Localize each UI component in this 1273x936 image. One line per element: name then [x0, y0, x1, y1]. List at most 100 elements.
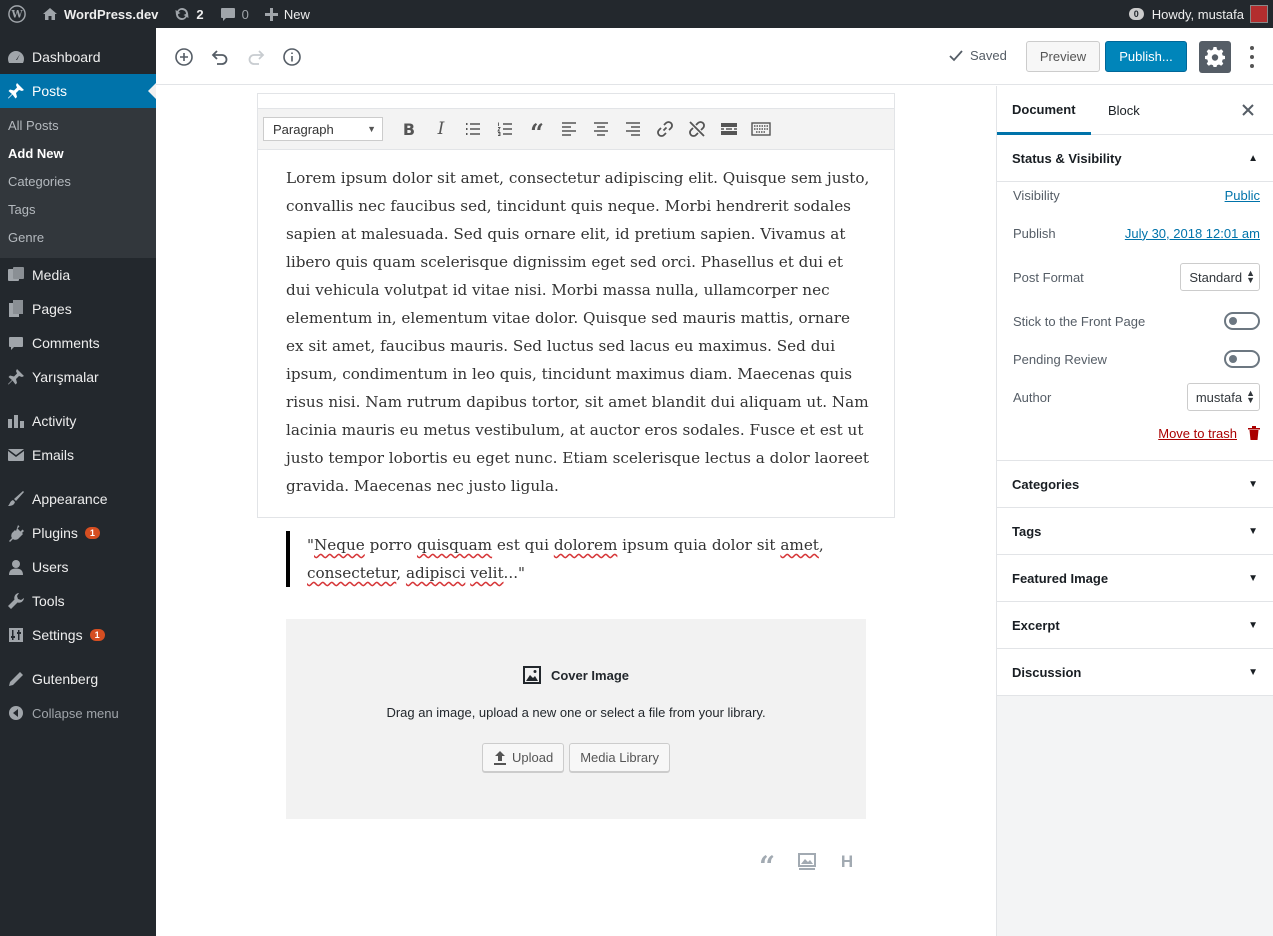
- quote-block[interactable]: "Neque porro quisquam est qui dolorem ip…: [286, 531, 846, 587]
- cover-image-actions: Upload Media Library: [286, 743, 866, 772]
- caret-down-icon: ▼: [1248, 525, 1258, 537]
- cover-image-block[interactable]: Cover Image Drag an image, upload a new …: [286, 619, 866, 819]
- menu-pages-label: Pages: [32, 301, 72, 317]
- quote-text: consectetur: [307, 564, 397, 582]
- numbered-list-button[interactable]: [489, 114, 521, 144]
- comments-link[interactable]: 0: [212, 0, 257, 28]
- quote-icon: “: [530, 118, 544, 147]
- paintbrush-icon: [6, 489, 26, 509]
- align-left-button[interactable]: [553, 114, 585, 144]
- paragraph-block[interactable]: Paragraph ▼ B I “ Lorem ipsum dolor sit …: [257, 93, 895, 518]
- italic-button[interactable]: I: [425, 114, 457, 144]
- align-center-button[interactable]: [585, 114, 617, 144]
- quote-text: quisquam: [416, 536, 493, 554]
- publish-date-link[interactable]: July 30, 2018 12:01 am: [1125, 226, 1260, 241]
- sticky-toggle[interactable]: [1224, 312, 1260, 330]
- menu-plugins[interactable]: Plugins 1: [0, 516, 156, 550]
- media-library-button[interactable]: Media Library: [569, 743, 670, 772]
- categories-section[interactable]: Categories ▼: [997, 461, 1273, 508]
- align-right-button[interactable]: [617, 114, 649, 144]
- menu-dashboard[interactable]: Dashboard: [0, 40, 156, 74]
- tab-document[interactable]: Document: [997, 86, 1091, 135]
- settings-badge: 1: [89, 629, 105, 641]
- menu-users[interactable]: Users: [0, 550, 156, 584]
- envelope-icon: [6, 445, 26, 465]
- menu-plugins-label: Plugins: [32, 525, 78, 541]
- author-select[interactable]: mustafa ▲ ▼: [1186, 383, 1260, 411]
- quote-text: Neque: [314, 536, 365, 554]
- blockquote-button[interactable]: “: [521, 114, 553, 147]
- updates-link[interactable]: 2: [166, 0, 211, 28]
- settings-sidebar-body: Status & Visibility ▲ Visibility Public …: [997, 135, 1273, 696]
- move-to-trash-link[interactable]: Move to trash: [1158, 426, 1237, 441]
- visibility-link[interactable]: Public: [1225, 188, 1260, 203]
- howdy-greeting[interactable]: Howdy, mustafa: [1152, 7, 1244, 22]
- link-button[interactable]: [649, 114, 681, 144]
- upload-button[interactable]: Upload: [482, 743, 565, 772]
- submenu-tags[interactable]: Tags: [0, 196, 156, 224]
- menu-posts[interactable]: Posts: [0, 74, 156, 108]
- pending-review-toggle[interactable]: [1224, 350, 1260, 368]
- collapse-menu-button[interactable]: Collapse menu: [0, 696, 156, 730]
- submenu-genre[interactable]: Genre: [0, 224, 156, 252]
- submenu-all-posts[interactable]: All Posts: [0, 112, 156, 140]
- menu-media[interactable]: Media: [0, 258, 156, 292]
- saved-status: Saved: [949, 48, 1007, 63]
- add-block-icon[interactable]: [173, 46, 195, 68]
- undo-icon[interactable]: [209, 46, 231, 68]
- menu-gutenberg[interactable]: Gutenberg: [0, 662, 156, 696]
- add-heading-shortcut[interactable]: H: [836, 851, 858, 873]
- unlink-button[interactable]: [681, 114, 713, 144]
- pending-review-label: Pending Review: [1013, 351, 1107, 367]
- preview-button[interactable]: Preview: [1026, 41, 1100, 72]
- paragraph-text[interactable]: Lorem ipsum dolor sit amet, consectetur …: [286, 164, 871, 500]
- submenu-add-new[interactable]: Add New: [0, 140, 156, 168]
- menu-posts-label: Posts: [32, 83, 68, 99]
- menu-separator: [0, 652, 156, 662]
- info-icon[interactable]: [281, 46, 303, 68]
- plugins-update-badge: 1: [84, 527, 100, 539]
- menu-activity[interactable]: Activity: [0, 404, 156, 438]
- activity-icon: [6, 411, 26, 431]
- notifications-badge[interactable]: 0: [1128, 8, 1144, 20]
- settings-toggle-button[interactable]: [1199, 41, 1231, 73]
- wordpress-logo-icon[interactable]: W: [0, 0, 34, 28]
- toolbar-toggle-button[interactable]: [745, 114, 777, 144]
- close-icon[interactable]: [1239, 101, 1257, 119]
- site-name-link[interactable]: WordPress.dev: [34, 0, 166, 28]
- menu-yarismalar[interactable]: Yarışmalar: [0, 360, 156, 394]
- discussion-section[interactable]: Discussion ▼: [997, 649, 1273, 696]
- menu-settings[interactable]: Settings 1: [0, 618, 156, 652]
- featured-image-section[interactable]: Featured Image ▼: [997, 555, 1273, 602]
- tags-section[interactable]: Tags ▼: [997, 508, 1273, 555]
- settings-sliders-icon: [6, 625, 26, 645]
- quote-text: adipisci: [405, 564, 466, 582]
- status-visibility-toggle[interactable]: Status & Visibility ▲: [997, 135, 1273, 182]
- bullet-list-button[interactable]: [457, 114, 489, 144]
- sticky-label: Stick to the Front Page: [1013, 313, 1146, 329]
- add-gallery-shortcut[interactable]: [796, 851, 818, 873]
- caret-down-icon: ▼: [1248, 666, 1258, 678]
- menu-appearance[interactable]: Appearance: [0, 482, 156, 516]
- read-more-button[interactable]: [713, 114, 745, 144]
- bold-button[interactable]: B: [393, 114, 425, 144]
- publish-button[interactable]: Publish...: [1105, 41, 1187, 72]
- keyboard-icon: [751, 122, 771, 136]
- more-menu-button[interactable]: [1244, 44, 1260, 70]
- submenu-categories[interactable]: Categories: [0, 168, 156, 196]
- post-format-select[interactable]: Standard ▲ ▼: [1180, 263, 1260, 291]
- updates-count: 2: [196, 6, 204, 22]
- add-quote-shortcut[interactable]: “: [756, 851, 778, 881]
- trash-icon[interactable]: [1247, 425, 1261, 441]
- excerpt-section[interactable]: Excerpt ▼: [997, 602, 1273, 649]
- redo-icon[interactable]: [245, 46, 267, 68]
- menu-pages[interactable]: Pages: [0, 292, 156, 326]
- tab-block[interactable]: Block: [1108, 86, 1140, 135]
- user-avatar[interactable]: [1250, 5, 1268, 23]
- menu-emails[interactable]: Emails: [0, 438, 156, 472]
- menu-comments[interactable]: Comments: [0, 326, 156, 360]
- menu-tools[interactable]: Tools: [0, 584, 156, 618]
- comment-bubble-icon: [220, 7, 236, 22]
- new-content-link[interactable]: New: [257, 0, 318, 28]
- block-format-select[interactable]: Paragraph ▼: [263, 117, 383, 141]
